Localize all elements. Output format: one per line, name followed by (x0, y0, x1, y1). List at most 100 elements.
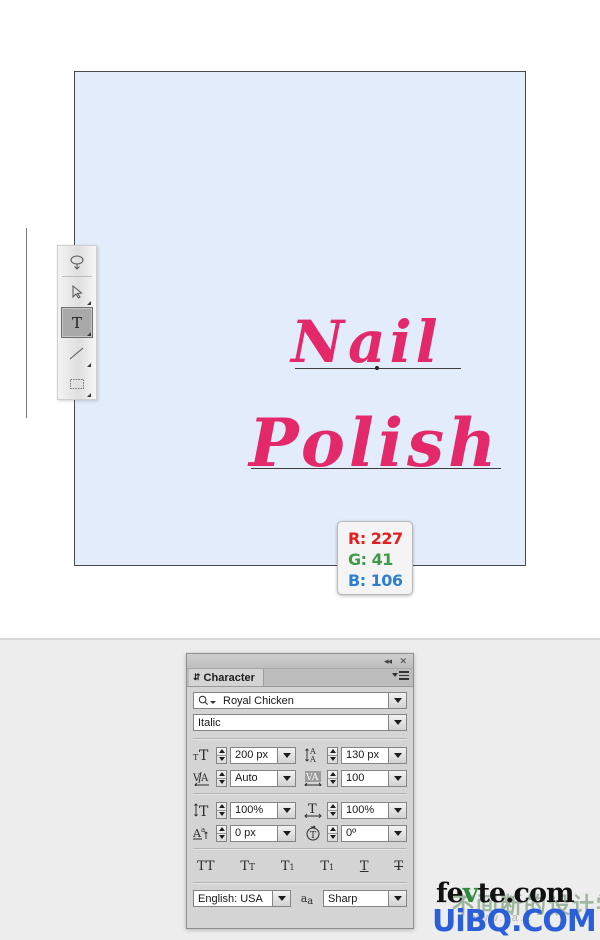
stage-divider (0, 638, 600, 640)
chevron-down-icon (393, 775, 402, 781)
direct-selection-tool[interactable] (62, 277, 92, 306)
chevron-down-icon (393, 752, 402, 758)
metrics-grid-top: T T 200 px V A Auto A A 130 px VA 100 (193, 746, 407, 787)
font-family-field[interactable]: Royal Chicken (193, 692, 407, 709)
text-baseline-2 (251, 468, 501, 469)
chevron-down-icon (393, 807, 402, 813)
font-family-dropdown-button[interactable] (388, 693, 406, 708)
kerning-control: V A Auto (193, 769, 296, 787)
leading-dropdown-button[interactable] (388, 747, 406, 763)
hamburger-icon (399, 671, 409, 680)
panel-titlebar[interactable]: ◂◂ ✕ (187, 654, 413, 669)
chevron-down-icon (277, 896, 286, 901)
vertical-scale-dropdown-button[interactable] (277, 802, 295, 818)
tab-character-label: Character (203, 671, 255, 684)
vertical-scale-control: T 100% (193, 801, 296, 819)
font-family-value: Royal Chicken (223, 694, 294, 707)
line-tool[interactable] (62, 339, 92, 368)
small-caps-label: T (240, 858, 250, 874)
font-size-field[interactable]: 200 px (230, 746, 296, 764)
underline-label: T (359, 858, 369, 874)
canvas-text-line-1[interactable]: Nail (291, 308, 442, 376)
small-caps-button[interactable]: TT (240, 860, 255, 873)
chevron-down-icon (210, 701, 216, 704)
svg-text:VA: VA (305, 773, 319, 783)
baseline-shift-value: 0 px (235, 827, 256, 839)
watermark-uibq: UiBQ.COM (432, 904, 597, 939)
chevron-down-icon (393, 896, 402, 901)
font-size-stepper[interactable] (216, 746, 227, 764)
chevron-down-icon (282, 775, 291, 781)
subscript-button[interactable]: T1 (320, 860, 334, 873)
chevron-down-icon (392, 673, 398, 678)
character-panel: ◂◂ ✕ ⇵ Character Royal Chicken Italic T … (186, 653, 414, 929)
close-icon[interactable]: ✕ (399, 655, 407, 667)
leading-field[interactable]: 130 px (341, 746, 407, 764)
leading-icon: A A (304, 746, 324, 764)
all-caps-button[interactable]: TT (197, 860, 215, 873)
anti-alias-icon: aa (300, 892, 314, 907)
svg-text:T: T (308, 802, 317, 817)
text-rotation-field[interactable]: 0º (341, 824, 407, 842)
font-size-value: 200 px (235, 749, 269, 761)
chevron-down-icon (282, 807, 291, 813)
tool-flyout-indicator (87, 393, 91, 397)
tool-flyout-indicator (87, 332, 91, 336)
font-style-dropdown-button[interactable] (388, 715, 406, 730)
rotate-view-tool[interactable] (62, 247, 92, 276)
text-rotation-dropdown-button[interactable] (388, 825, 406, 841)
language-field[interactable]: English: USA (193, 890, 291, 907)
vertical-scale-stepper[interactable] (216, 801, 227, 819)
kerning-field[interactable]: Auto (230, 769, 296, 787)
kerning-dropdown-button[interactable] (277, 770, 295, 786)
leading-stepper[interactable] (327, 746, 338, 764)
tool-strip: T (57, 245, 97, 400)
kerning-stepper[interactable] (216, 769, 227, 787)
search-icon (194, 693, 219, 708)
baseline-shift-field[interactable]: 0 px (230, 824, 296, 842)
baseline-shift-stepper[interactable] (216, 824, 227, 842)
type-tool[interactable]: T (61, 307, 93, 338)
language-dropdown-button[interactable] (272, 891, 290, 906)
panel-body: Royal Chicken Italic T T 200 px V A Auto… (187, 687, 413, 907)
baseline-shift-dropdown-button[interactable] (277, 825, 295, 841)
text-rotation-stepper[interactable] (327, 824, 338, 842)
strikethrough-button[interactable]: T (394, 860, 403, 873)
anti-aliasing-dropdown-button[interactable] (388, 891, 406, 906)
baseline-shift-control: A a 0 px (193, 824, 296, 842)
all-caps-label: TT (197, 858, 215, 874)
tracking-field[interactable]: 100 (341, 769, 407, 787)
tracking-control: VA 100 (304, 769, 407, 787)
line-icon (69, 347, 84, 359)
chevron-down-icon (282, 752, 291, 758)
chevron-down-icon (393, 698, 402, 703)
panel-divider (193, 738, 407, 740)
horizontal-scale-stepper[interactable] (327, 801, 338, 819)
vertical-scale-icon: T (193, 801, 213, 819)
font-style-field[interactable]: Italic (193, 714, 407, 731)
svg-text:T: T (199, 804, 209, 818)
anti-aliasing-field[interactable]: Sharp (323, 890, 407, 907)
panel-menu-button[interactable] (392, 671, 409, 680)
svg-text:A: A (200, 773, 209, 784)
rgb-blue-value: B: 106 (348, 571, 403, 590)
vertical-scale-field[interactable]: 100% (230, 801, 296, 819)
text-anchor-point (375, 366, 379, 370)
rgb-green-value: G: 41 (348, 550, 393, 569)
anti-aliasing-value: Sharp (328, 892, 358, 905)
font-size-dropdown-button[interactable] (277, 747, 295, 763)
panel-divider (193, 793, 407, 795)
artboard-canvas[interactable]: Nail Polish R: 227 G: 41 B: 106 (74, 71, 526, 595)
rgb-red-value: R: 227 (348, 529, 403, 548)
collapse-icon[interactable]: ◂◂ (384, 655, 392, 667)
horizontal-scale-field[interactable]: 100% (341, 801, 407, 819)
type-tool-label: T (71, 313, 82, 332)
canvas-text-line-2[interactable]: Polish (249, 404, 500, 482)
tracking-stepper[interactable] (327, 769, 338, 787)
tab-character[interactable]: ⇵ Character (189, 669, 264, 686)
rectangle-tool[interactable] (62, 369, 92, 398)
horizontal-scale-dropdown-button[interactable] (388, 802, 406, 818)
tracking-dropdown-button[interactable] (388, 770, 406, 786)
superscript-button[interactable]: T1 (281, 860, 295, 873)
underline-button[interactable]: T (360, 860, 369, 873)
